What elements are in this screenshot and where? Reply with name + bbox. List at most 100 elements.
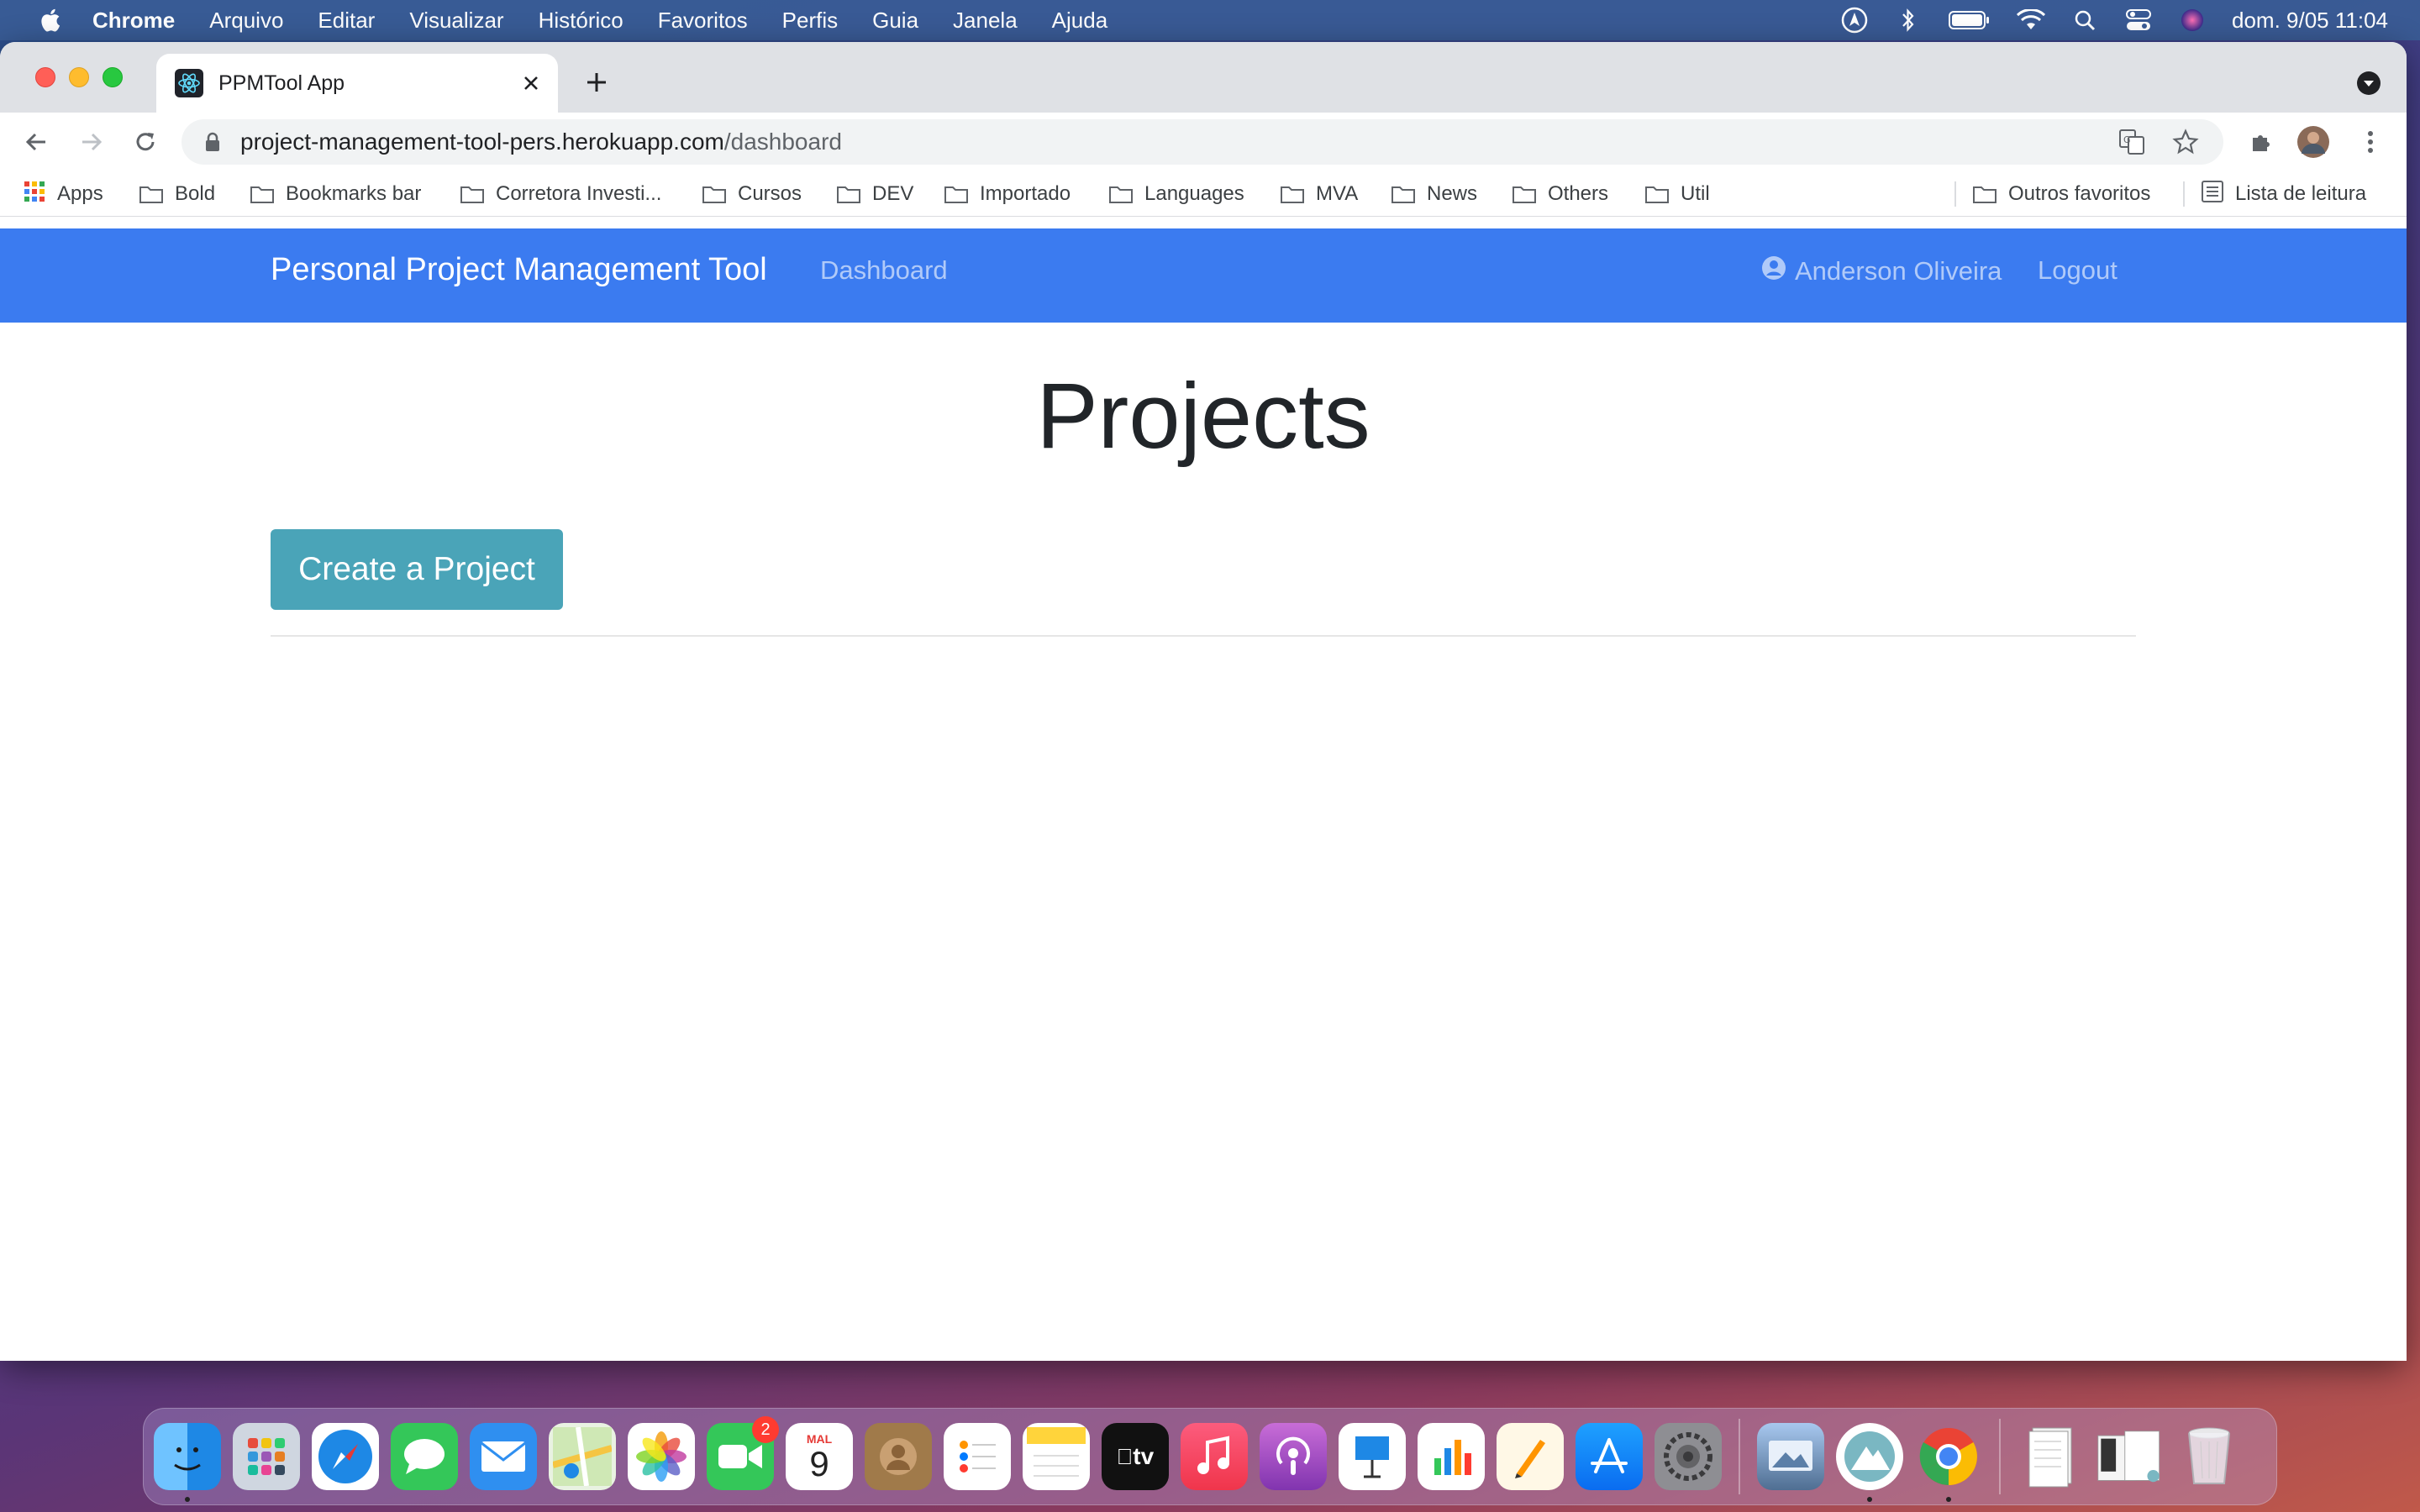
- bookmark-folder-bold[interactable]: Bold: [139, 171, 215, 217]
- folder-icon: [139, 185, 163, 203]
- navbar-brand[interactable]: Personal Project Management Tool: [271, 252, 767, 288]
- reading-list-button[interactable]: Lista de leitura: [2202, 171, 2366, 217]
- forward-arrow-icon[interactable]: [74, 124, 109, 160]
- bookmark-star-icon[interactable]: [2170, 126, 2202, 158]
- bookmark-folder-outros-favoritos[interactable]: Outros favoritos: [1973, 171, 2150, 217]
- web-page: Personal Project Management Tool Dashboa…: [0, 228, 2407, 1361]
- bookmark-folder-util[interactable]: Util: [1645, 171, 1710, 217]
- chrome-menu-icon[interactable]: [2353, 124, 2388, 160]
- clock[interactable]: dom. 9/05 11:04: [2232, 8, 2388, 34]
- bookmark-folder-mva[interactable]: MVA: [1281, 171, 1358, 217]
- podcasts-icon[interactable]: [1260, 1423, 1327, 1490]
- create-project-button[interactable]: Create a Project: [271, 529, 563, 610]
- url-host: project-management-tool-pers.herokuapp.c…: [240, 129, 724, 155]
- apps-grid-icon: [24, 181, 45, 208]
- bookmark-folder-news[interactable]: News: [1392, 171, 1477, 217]
- tab-ppmtool[interactable]: PPMTool App: [156, 54, 558, 113]
- trash-icon[interactable]: [2175, 1423, 2243, 1490]
- menu-perfis[interactable]: Perfis: [782, 8, 838, 34]
- finder-icon[interactable]: [154, 1423, 221, 1502]
- launchpad-icon[interactable]: [233, 1423, 300, 1490]
- tab-search-icon[interactable]: [2354, 69, 2383, 97]
- react-logo-icon: [175, 69, 203, 97]
- bookmark-label: Corretora Investi...: [496, 182, 662, 205]
- documents-stack-icon[interactable]: [2096, 1423, 2164, 1490]
- dock: 2 MAL 9 tv: [143, 1408, 2277, 1505]
- folder-icon: [1645, 185, 1669, 203]
- extensions-puzzle-icon[interactable]: [2244, 124, 2279, 160]
- pages-icon[interactable]: [1497, 1423, 1564, 1490]
- menu-bar: Chrome Arquivo Editar Visualizar Históri…: [0, 0, 2420, 40]
- bookmark-folder-cursos[interactable]: Cursos: [702, 171, 802, 217]
- wifi-icon[interactable]: [2017, 8, 2045, 33]
- music-icon[interactable]: [1181, 1423, 1248, 1490]
- calendar-icon[interactable]: MAL 9: [786, 1423, 853, 1490]
- reload-icon[interactable]: [128, 124, 163, 160]
- mail-icon[interactable]: [470, 1423, 537, 1490]
- downloads-stack-icon[interactable]: [2018, 1423, 2085, 1490]
- apple-menu-icon[interactable]: [32, 8, 67, 33]
- zoom-window-button[interactable]: [103, 67, 123, 87]
- tv-label: tv: [1117, 1443, 1154, 1470]
- messages-icon[interactable]: [391, 1423, 458, 1490]
- url-text[interactable]: project-management-tool-pers.herokuapp.c…: [240, 129, 2116, 155]
- menu-app-name[interactable]: Chrome: [92, 8, 175, 34]
- bookmarks-bar: Apps Bold Bookmarks bar Corretora Invest…: [0, 171, 2407, 217]
- bookmark-folder-corretora[interactable]: Corretora Investi...: [460, 171, 661, 217]
- facetime-icon[interactable]: 2: [707, 1416, 779, 1490]
- apple-tv-icon[interactable]: tv: [1102, 1423, 1169, 1490]
- new-tab-icon[interactable]: [580, 66, 613, 99]
- translate-icon[interactable]: G: [2116, 126, 2148, 158]
- menu-historico[interactable]: Histórico: [539, 8, 623, 34]
- bookmark-folder-dev[interactable]: DEV: [837, 171, 913, 217]
- lock-icon[interactable]: [202, 131, 224, 153]
- bookmark-folder-importado[interactable]: Importado: [944, 171, 1071, 217]
- notes-icon[interactable]: [1023, 1423, 1090, 1490]
- logout-link[interactable]: Logout: [2038, 255, 2118, 286]
- sourcetree-icon[interactable]: [1836, 1423, 1903, 1502]
- bookmark-folder-bookmarks-bar[interactable]: Bookmarks bar: [250, 171, 421, 217]
- keynote-icon[interactable]: [1339, 1423, 1406, 1490]
- siri-icon[interactable]: [2178, 8, 2207, 33]
- menu-guia[interactable]: Guia: [872, 8, 918, 34]
- menu-janela[interactable]: Janela: [953, 8, 1018, 34]
- preview-icon[interactable]: [1757, 1423, 1824, 1490]
- menu-favoritos[interactable]: Favoritos: [658, 8, 748, 34]
- bookmark-folder-languages[interactable]: Languages: [1109, 171, 1244, 217]
- control-center-icon[interactable]: [2124, 8, 2153, 33]
- chrome-icon[interactable]: [1915, 1423, 1982, 1502]
- profile-avatar[interactable]: [2296, 124, 2331, 160]
- contacts-icon[interactable]: [865, 1423, 932, 1490]
- close-window-button[interactable]: [35, 67, 55, 87]
- battery-icon[interactable]: [1948, 8, 1991, 33]
- maps-icon[interactable]: [549, 1423, 616, 1490]
- svg-text:G: G: [2123, 134, 2131, 145]
- app-store-icon[interactable]: [1576, 1423, 1643, 1490]
- reminders-icon[interactable]: [944, 1423, 1011, 1490]
- bookmark-label: Util: [1681, 182, 1710, 205]
- address-bar[interactable]: project-management-tool-pers.herokuapp.c…: [182, 119, 2223, 165]
- nav-dashboard-link[interactable]: Dashboard: [820, 255, 948, 286]
- back-arrow-icon[interactable]: [18, 124, 54, 160]
- dock-separator: [1999, 1419, 2001, 1494]
- navigation-icon[interactable]: [1840, 7, 1869, 34]
- menu-editar[interactable]: Editar: [318, 8, 375, 34]
- safari-icon[interactable]: [312, 1423, 379, 1490]
- dock-separator: [1739, 1419, 1740, 1494]
- menu-visualizar[interactable]: Visualizar: [409, 8, 503, 34]
- close-tab-icon[interactable]: [516, 68, 546, 98]
- menu-arquivo[interactable]: Arquivo: [209, 8, 283, 34]
- system-preferences-icon[interactable]: [1655, 1423, 1722, 1490]
- menu-ajuda[interactable]: Ajuda: [1052, 8, 1108, 34]
- nav-user-link[interactable]: Anderson Oliveira: [1761, 255, 2002, 287]
- bluetooth-icon[interactable]: [1894, 8, 1923, 33]
- spotlight-search-icon[interactable]: [2070, 8, 2099, 33]
- bookmark-folder-others[interactable]: Others: [1512, 171, 1608, 217]
- minimize-window-button[interactable]: [69, 67, 89, 87]
- bookmark-label: MVA: [1316, 182, 1359, 205]
- photos-icon[interactable]: [628, 1423, 695, 1490]
- folder-icon: [1281, 185, 1304, 203]
- reading-list-label: Lista de leitura: [2235, 182, 2367, 205]
- bookmark-apps[interactable]: Apps: [24, 171, 103, 217]
- numbers-icon[interactable]: [1418, 1423, 1485, 1490]
